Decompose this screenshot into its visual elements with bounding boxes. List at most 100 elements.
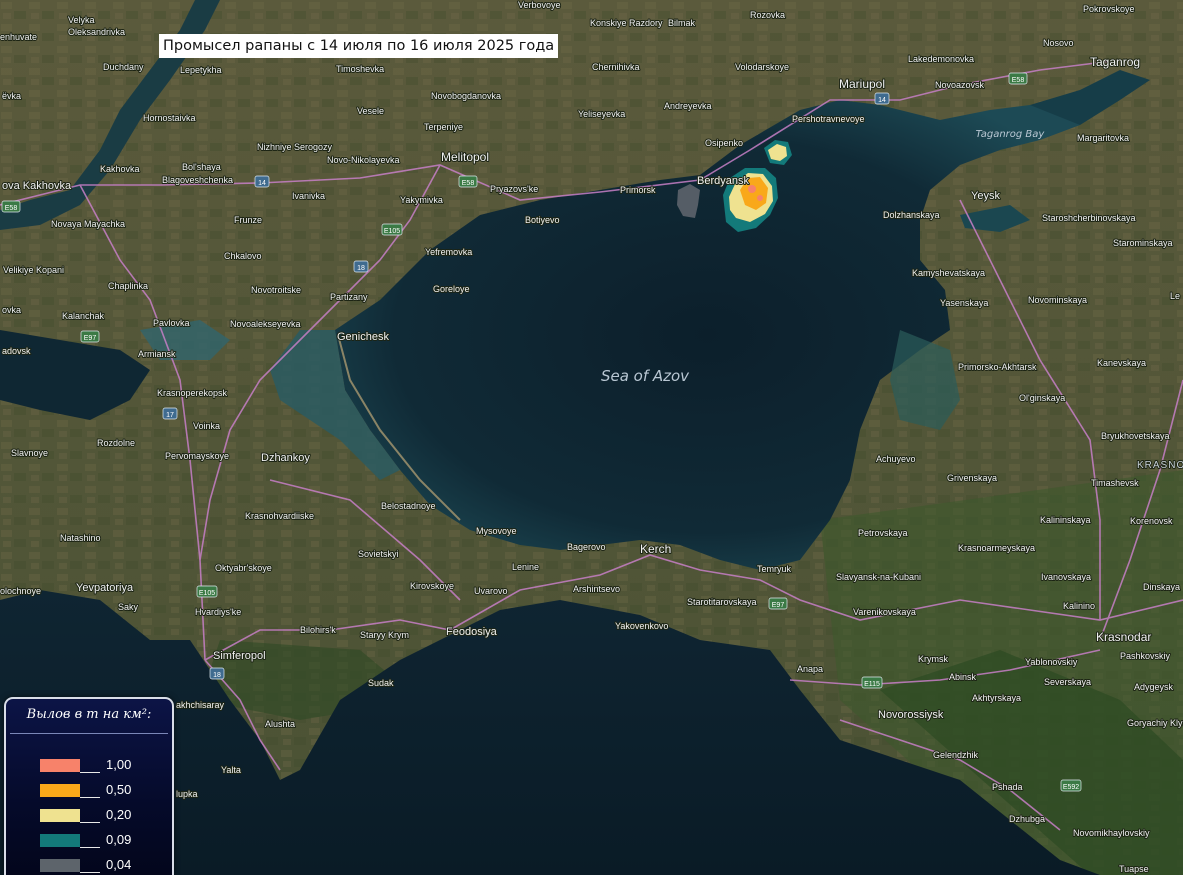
- place-abinsk: Abinsk: [949, 672, 977, 682]
- place-novobogdanovka: Novobogdanovka: [431, 91, 501, 101]
- place-kakhovka: Kakhovka: [100, 164, 140, 174]
- legend-swatch: [40, 759, 80, 772]
- svg-text:14: 14: [878, 97, 886, 104]
- place-oleksandrivka: Oleksandrivka: [68, 27, 125, 37]
- place-rozdolne: Rozdolne: [97, 438, 135, 448]
- place-melitopol: Melitopol: [441, 150, 489, 164]
- sea-label: Sea of Azov: [601, 367, 690, 385]
- place-oktyabrskoye: Oktyabr'skoye: [215, 563, 272, 573]
- place-pershotravnevoye: Pershotravnevoye: [792, 114, 865, 124]
- svg-text:E97: E97: [84, 335, 97, 342]
- place-slavnoye: Slavnoye: [11, 448, 48, 458]
- catch-zone-100a: [748, 185, 756, 193]
- legend-swatch: [40, 809, 80, 822]
- place-sudak: Sudak: [368, 678, 394, 688]
- place-vesele: Vesele: [357, 106, 384, 116]
- place-evka: ëvka: [2, 91, 21, 101]
- place-primorsko: Primorsko-Akhtarsk: [958, 362, 1037, 372]
- place-olochnoye: olochnoye: [0, 586, 41, 596]
- place-margaritovka: Margaritovka: [1077, 133, 1129, 143]
- place-volodarskoye: Volodarskoye: [735, 62, 789, 72]
- place-temryuk: Temryuk: [757, 564, 792, 574]
- place-yalta: Yalta: [221, 765, 241, 775]
- place-hornostaivka: Hornostaivka: [143, 113, 196, 123]
- svg-text:18: 18: [357, 265, 365, 272]
- place-armiansk: Armiansk: [138, 349, 176, 359]
- place-chaplinka: Chaplinka: [108, 281, 148, 291]
- place-chkalovo: Chkalovo: [224, 251, 262, 261]
- legend-divider: [10, 733, 168, 734]
- svg-text:E58: E58: [1012, 77, 1025, 84]
- place-gelendzhik: Gelendzhik: [933, 750, 979, 760]
- place-osipenko: Osipenko: [705, 138, 743, 148]
- place-berdyansk: Berdyansk: [697, 175, 749, 187]
- satellite-map[interactable]: 14 14 E58 E58 E58 E105 E105 18 18 17 E97…: [0, 0, 1183, 875]
- place-yefremovka: Yefremovka: [425, 247, 472, 257]
- place-yablonovskiy: Yablonovskiy: [1025, 657, 1078, 667]
- place-akhtyrskaya: Akhtyrskaya: [972, 693, 1021, 703]
- place-petrovskaya: Petrovskaya: [858, 528, 908, 538]
- place-rozovka: Rozovka: [750, 10, 785, 20]
- place-ivanovskaya: Ivanovskaya: [1041, 572, 1091, 582]
- place-adygeysk: Adygeysk: [1134, 682, 1174, 692]
- place-saky: Saky: [118, 602, 139, 612]
- place-yakovenkovo: Yakovenkovo: [615, 621, 668, 631]
- legend-tick: [80, 797, 100, 798]
- legend-label: 0,04: [106, 857, 132, 872]
- place-duchdany: Duchdany: [103, 62, 144, 72]
- place-adovsk: adovsk: [2, 346, 31, 356]
- place-natashino: Natashino: [60, 533, 101, 543]
- svg-text:E105: E105: [384, 228, 400, 235]
- place-hvardiyske: Hvardiys'ke: [195, 607, 241, 617]
- place-timoshevka: Timoshevka: [336, 64, 384, 74]
- place-slavyansk: Slavyansk-na-Kubani: [836, 572, 921, 582]
- place-ovka: ovka: [2, 305, 21, 315]
- place-konskiye: Konskiye Razdory: [590, 18, 663, 28]
- place-yakymivka: Yakymivka: [400, 195, 443, 205]
- place-alupka: lupka: [176, 789, 198, 799]
- place-dolzhanskaya: Dolzhanskaya: [883, 210, 940, 220]
- place-krasnoperekopsk: Krasnoperekopsk: [157, 388, 228, 398]
- svg-text:E115: E115: [864, 681, 880, 688]
- place-severskaya: Severskaya: [1044, 677, 1091, 687]
- place-le: Le: [1170, 291, 1180, 301]
- place-krasnodar: Krasnodar: [1096, 630, 1151, 644]
- legend-tick: [80, 872, 100, 873]
- place-anapa: Anapa: [797, 664, 823, 674]
- place-nosovo: Nosovo: [1043, 38, 1074, 48]
- place-novoalekseyevka: Novoalekseyevka: [230, 319, 301, 329]
- place-bagerovo: Bagerovo: [567, 542, 606, 552]
- place-lepetykha: Lepetykha: [180, 65, 222, 75]
- place-mariupol: Mariupol: [839, 77, 885, 91]
- place-chernihivka: Chernihivka: [592, 62, 640, 72]
- place-bilohirsk: Bilohirs'k: [300, 625, 336, 635]
- svg-text:E97: E97: [772, 602, 785, 609]
- place-lenine: Lenine: [512, 562, 539, 572]
- place-sovietskyi: Sovietskyi: [358, 549, 399, 559]
- place-feodosiya: Feodosiya: [446, 626, 498, 638]
- place-verbovoye: Verbovoye: [518, 0, 561, 10]
- place-lakedemonovka: Lakedemonovka: [908, 54, 974, 64]
- place-taganrog: Taganrog: [1090, 55, 1140, 69]
- svg-text:18: 18: [213, 672, 221, 679]
- svg-text:14: 14: [258, 180, 266, 187]
- place-krymsk: Krymsk: [918, 654, 948, 664]
- place-yasenskaya: Yasenskaya: [940, 298, 988, 308]
- place-starominskaya: Starominskaya: [1113, 238, 1173, 248]
- place-korenovsk: Korenovsk: [1130, 516, 1173, 526]
- bay-label: Taganrog Bay: [976, 129, 1046, 140]
- place-nova-kakhovka: ova Kakhovka: [2, 180, 72, 192]
- place-novomikhaylovskiy: Novomikhaylovskiy: [1073, 828, 1150, 838]
- place-voinka: Voinka: [193, 421, 220, 431]
- place-novoazovsk: Novoazovsk: [935, 80, 985, 90]
- place-staryy-krym: Staryy Krym: [360, 630, 409, 640]
- place-kalininskaya: Kalininskaya: [1040, 515, 1091, 525]
- place-kalanchak: Kalanchak: [62, 311, 105, 321]
- place-pervomayskoye: Pervomayskoye: [165, 451, 229, 461]
- place-novorossiysk: Novorossiysk: [878, 709, 944, 721]
- place-goreloye: Goreloye: [433, 284, 470, 294]
- place-bilmak: Bilmak: [668, 18, 696, 28]
- legend-title: Вылов в т на км²:: [26, 707, 152, 722]
- place-staroshcherbinovskaya: Staroshcherbinovskaya: [1042, 213, 1136, 223]
- place-kirovskoye: Kirovskoye: [410, 581, 454, 591]
